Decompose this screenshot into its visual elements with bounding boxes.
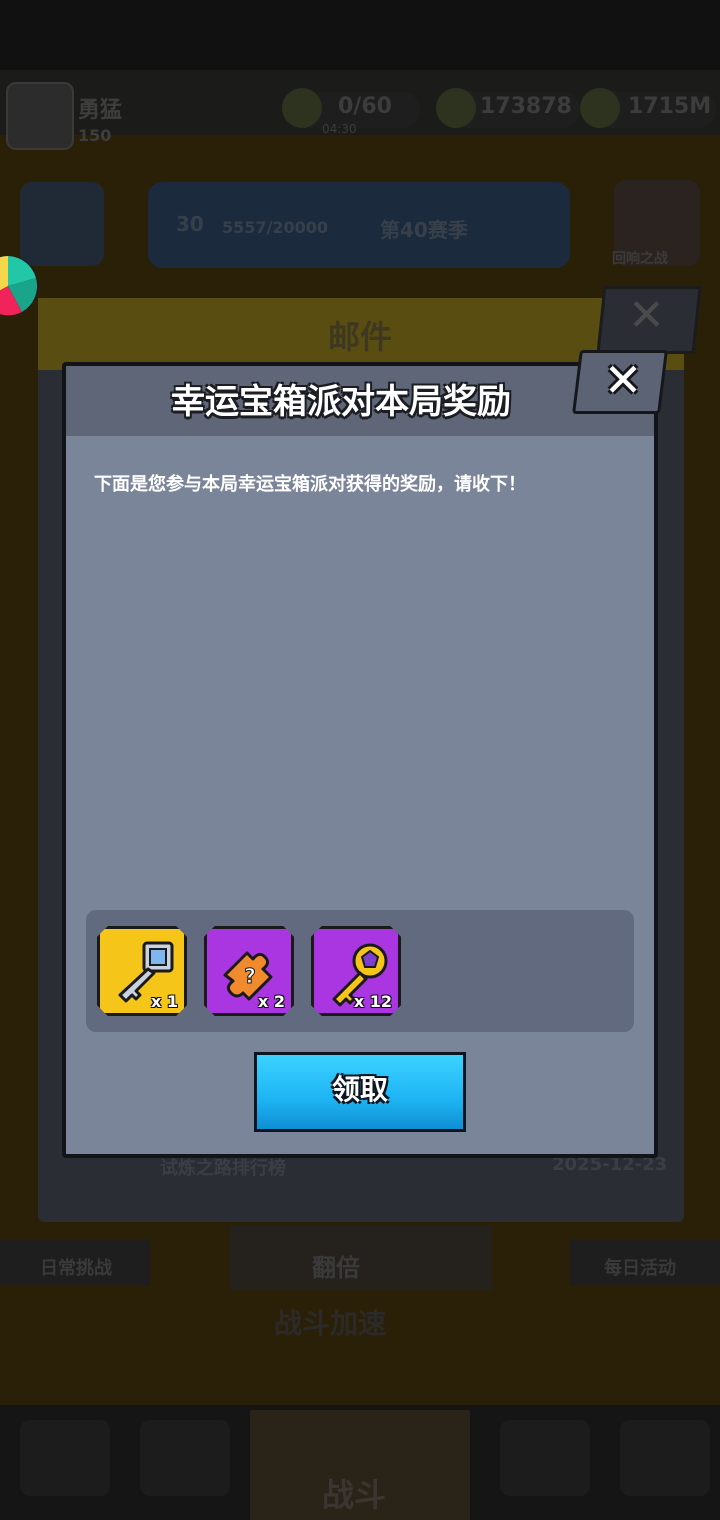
double-button-label: 翻倍	[312, 1254, 360, 1282]
svg-text:?: ?	[244, 964, 256, 988]
daily-challenge-label: 日常挑战	[40, 1258, 112, 1279]
player-level: 150	[78, 126, 112, 145]
reward-count: x 12	[353, 992, 392, 1011]
nav-heroes[interactable]	[140, 1420, 230, 1496]
energy-value: 0/60	[338, 94, 392, 119]
claim-button-label[interactable]: 领取	[254, 1068, 466, 1108]
gems-value: 1715M	[628, 94, 712, 119]
battle-speed-label: 战斗加速	[273, 1307, 386, 1340]
gem-icon	[580, 88, 620, 128]
mail-close-icon: ✕	[628, 290, 665, 341]
nav-shop[interactable]	[20, 1420, 110, 1496]
coins-value: 173878	[480, 94, 572, 119]
nav-map[interactable]	[620, 1420, 710, 1496]
double-button[interactable]	[230, 1226, 492, 1290]
energy-icon	[282, 88, 322, 128]
reward-item-gold-key[interactable]: x 12	[311, 926, 401, 1016]
dialog-message: 下面是您参与本局幸运宝箱派对获得的奖励，请收下！	[94, 474, 526, 495]
daily-event-label: 每日活动	[604, 1258, 676, 1279]
reward-item-puzzle-piece[interactable]: ? x 2	[204, 926, 294, 1016]
season-bar[interactable]	[148, 182, 570, 268]
reward-item-silver-key[interactable]: x 1	[97, 926, 187, 1016]
season-progress: 5557/20000	[222, 218, 329, 237]
close-icon[interactable]: ✕	[598, 352, 648, 408]
nav-guild[interactable]	[500, 1420, 590, 1496]
echo-battle-label: 回响之战	[612, 251, 668, 267]
reward-count: x 2	[257, 992, 285, 1011]
energy-timer: 04:30	[322, 122, 357, 136]
season-label: 第40赛季	[380, 218, 468, 242]
coin-icon	[436, 88, 476, 128]
nav-battle-label: 战斗	[322, 1476, 387, 1514]
player-name: 勇猛	[78, 98, 123, 123]
reward-count: x 1	[150, 992, 178, 1011]
season-level: 30	[176, 212, 204, 236]
dialog-title: 幸运宝箱派对本局奖励	[171, 382, 511, 422]
avatar[interactable]	[6, 82, 74, 150]
